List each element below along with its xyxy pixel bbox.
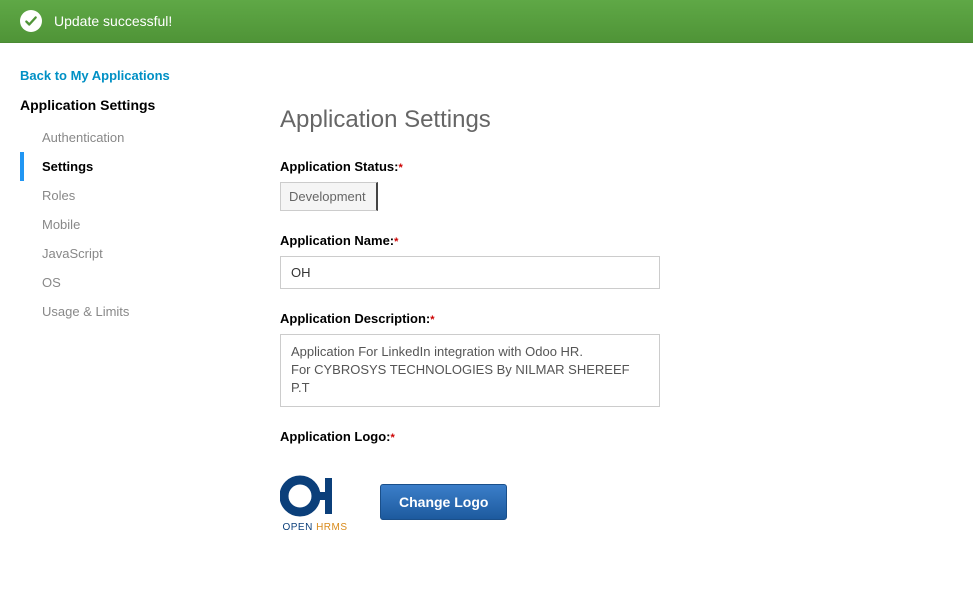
application-name-label: Application Name:* xyxy=(280,233,398,248)
sidebar-item-usage-limits[interactable]: Usage & Limits xyxy=(20,297,230,326)
sidebar-title: Application Settings xyxy=(20,97,230,113)
application-status-select[interactable]: Development xyxy=(280,182,378,211)
application-status-field: Application Status:* Development xyxy=(280,159,800,211)
open-hrms-logo-icon xyxy=(280,472,350,520)
sidebar-item-settings[interactable]: Settings xyxy=(20,152,230,181)
application-name-field: Application Name:* xyxy=(280,233,800,289)
application-logo-field: Application Logo:* OPEN HRMS Change Logo xyxy=(280,429,800,533)
logo-caption: OPEN HRMS xyxy=(280,522,350,533)
sidebar-item-authentication[interactable]: Authentication xyxy=(20,123,230,152)
sidebar: Back to My Applications Application Sett… xyxy=(20,68,230,555)
application-description-input[interactable]: Application For LinkedIn integration wit… xyxy=(280,334,660,407)
sidebar-item-roles[interactable]: Roles xyxy=(20,181,230,210)
back-to-applications-link[interactable]: Back to My Applications xyxy=(20,68,230,83)
application-status-label: Application Status:* xyxy=(280,159,403,174)
success-banner: Update successful! xyxy=(0,0,973,43)
application-logo-label: Application Logo:* xyxy=(280,429,395,444)
change-logo-button[interactable]: Change Logo xyxy=(380,484,507,520)
application-description-label: Application Description:* xyxy=(280,311,435,326)
sidebar-item-mobile[interactable]: Mobile xyxy=(20,210,230,239)
sidebar-item-javascript[interactable]: JavaScript xyxy=(20,239,230,268)
application-name-input[interactable] xyxy=(280,256,660,289)
main-content: Application Settings Application Status:… xyxy=(280,68,800,555)
sidebar-item-os[interactable]: OS xyxy=(20,268,230,297)
banner-text: Update successful! xyxy=(54,13,172,29)
check-circle-icon xyxy=(20,10,42,32)
application-description-field: Application Description:* Application Fo… xyxy=(280,311,800,407)
page-title: Application Settings xyxy=(280,106,800,134)
application-logo-image: OPEN HRMS xyxy=(280,472,350,533)
